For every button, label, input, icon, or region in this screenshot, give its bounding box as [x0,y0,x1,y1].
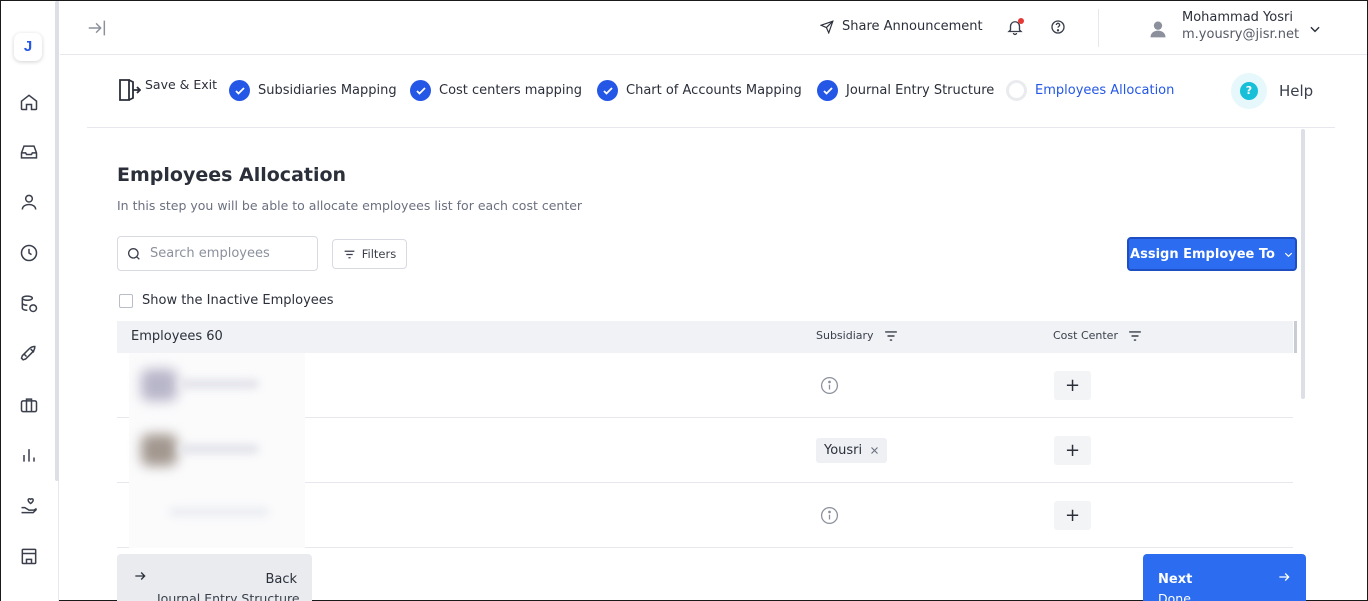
rocket-icon[interactable] [18,343,40,365]
user-name[interactable]: Mohammad Yosri [1182,10,1293,25]
check-icon [229,80,250,101]
avatar [141,434,177,466]
table-row[interactable]: Yousri + [117,418,1293,483]
user-email: m.yousry@jisr.net [1182,27,1300,42]
share-announcement-button[interactable]: Share Announcement [820,19,983,34]
close-icon[interactable] [870,446,879,455]
sort-filter-icon[interactable] [884,330,898,342]
notification-dot [1018,18,1024,24]
send-icon [820,19,834,34]
help-button[interactable]: ? Help [1231,73,1313,109]
redacted-employee [129,483,305,548]
user-avatar-icon[interactable] [1148,19,1168,43]
step-label: Subsidiaries Mapping [258,83,397,98]
arrow-right-icon [133,568,147,587]
chevron-down-icon [1284,252,1293,257]
user-icon[interactable] [18,191,40,213]
checkbox[interactable] [119,293,133,308]
check-icon [597,80,618,101]
chart-bar-icon[interactable] [18,444,40,466]
database-icon[interactable] [18,293,40,315]
step-cost-centers-mapping[interactable]: Cost centers mapping [410,80,582,101]
header-divider [1098,9,1099,47]
info-icon[interactable] [820,506,839,529]
inbox-icon[interactable] [18,141,40,163]
check-icon [817,80,838,101]
search-placeholder: Search employees [150,246,270,261]
subsidiary-chip: Yousri [816,438,888,463]
redacted-name [179,444,259,454]
add-cost-center-button[interactable]: + [1054,501,1091,530]
back-sublabel: Journal Entry Structure [157,591,300,601]
employees-column-header: Employees 60 [131,329,223,344]
step-journal-entry-structure[interactable]: Journal Entry Structure [817,80,994,101]
help-circle-icon[interactable] [1050,19,1066,39]
next-sublabel: Done [1158,591,1191,601]
cost-center-header-label: Cost Center [1053,329,1118,342]
step-subsidiaries-mapping[interactable]: Subsidiaries Mapping [229,80,397,101]
show-inactive-label: Show the Inactive Employees [142,293,334,308]
show-inactive-checkbox[interactable]: Show the Inactive Employees [119,293,334,308]
collapse-sidebar-icon[interactable] [86,17,108,43]
step-label: Chart of Accounts Mapping [626,83,802,98]
table-row[interactable]: + [117,483,1293,548]
pending-step-icon [1006,80,1027,101]
arrow-right-icon [1277,569,1291,588]
next-label: Next [1158,572,1193,587]
save-exit-label: Save & Exit [145,77,218,92]
step-label: Journal Entry Structure [846,83,995,98]
page-subtitle: In this step you will be able to allocat… [117,198,583,213]
exit-door-icon [119,79,141,101]
app-logo[interactable]: J [14,33,42,61]
filter-lines-icon [344,250,355,258]
sort-filter-icon[interactable] [1128,330,1142,342]
hand-heart-icon[interactable] [18,495,40,517]
check-icon [410,80,431,101]
content-scrollbar[interactable] [1301,129,1305,399]
wizard-stepper: Save & Exit Subsidiaries Mapping Cost ce… [87,57,1335,128]
share-announcement-label: Share Announcement [842,19,983,34]
redacted-name [179,379,259,389]
page-title: Employees Allocation [117,164,347,186]
home-icon[interactable] [18,91,40,113]
search-employees-input[interactable]: Search employees [117,236,318,271]
sidebar: J [1,1,59,601]
add-cost-center-button[interactable]: + [1054,436,1091,465]
sidebar-scrollbar[interactable] [55,1,59,481]
question-icon: ? [1231,73,1267,109]
back-button[interactable]: Back Journal Entry Structure [117,554,312,601]
redacted-employee [129,353,305,418]
avatar [141,369,177,401]
help-label: Help [1279,82,1314,100]
search-icon [128,247,140,260]
filters-button[interactable]: Filters [332,239,407,269]
step-employees-allocation[interactable]: Employees Allocation [1006,80,1174,101]
redacted-employee [129,418,305,483]
subsidiary-column-header[interactable]: Subsidiary [816,329,898,342]
chevron-down-icon[interactable] [1308,21,1322,40]
top-bar: Share Announcement Mohammad Yosri m.yous… [60,1,1367,55]
filters-label: Filters [361,247,397,261]
redacted-name [169,507,269,517]
table-header: Employees 60 Subsidiary Cost Center [117,321,1293,353]
add-cost-center-button[interactable]: + [1054,371,1091,400]
save-exit-button[interactable]: Save & Exit [117,77,217,103]
clock-icon[interactable] [18,242,40,264]
table-scrollbar[interactable] [1294,321,1297,353]
info-icon[interactable] [820,376,839,399]
assign-label: Assign Employee To [1130,246,1275,262]
step-chart-of-accounts-mapping[interactable]: Chart of Accounts Mapping [597,80,802,101]
table-row[interactable]: + [117,353,1293,418]
step-label: Cost centers mapping [439,83,582,98]
building-icon[interactable] [18,545,40,567]
subsidiary-chip-label: Yousri [824,443,863,458]
back-label: Back [265,572,297,587]
step-label: Employees Allocation [1035,83,1175,98]
briefcase-icon[interactable] [18,394,40,416]
cost-center-column-header[interactable]: Cost Center [1053,329,1142,342]
notifications-bell-icon[interactable] [1006,18,1024,40]
next-button[interactable]: Next Done [1143,554,1306,601]
subsidiary-header-label: Subsidiary [816,329,874,342]
assign-employee-to-button[interactable]: Assign Employee To [1127,237,1297,271]
